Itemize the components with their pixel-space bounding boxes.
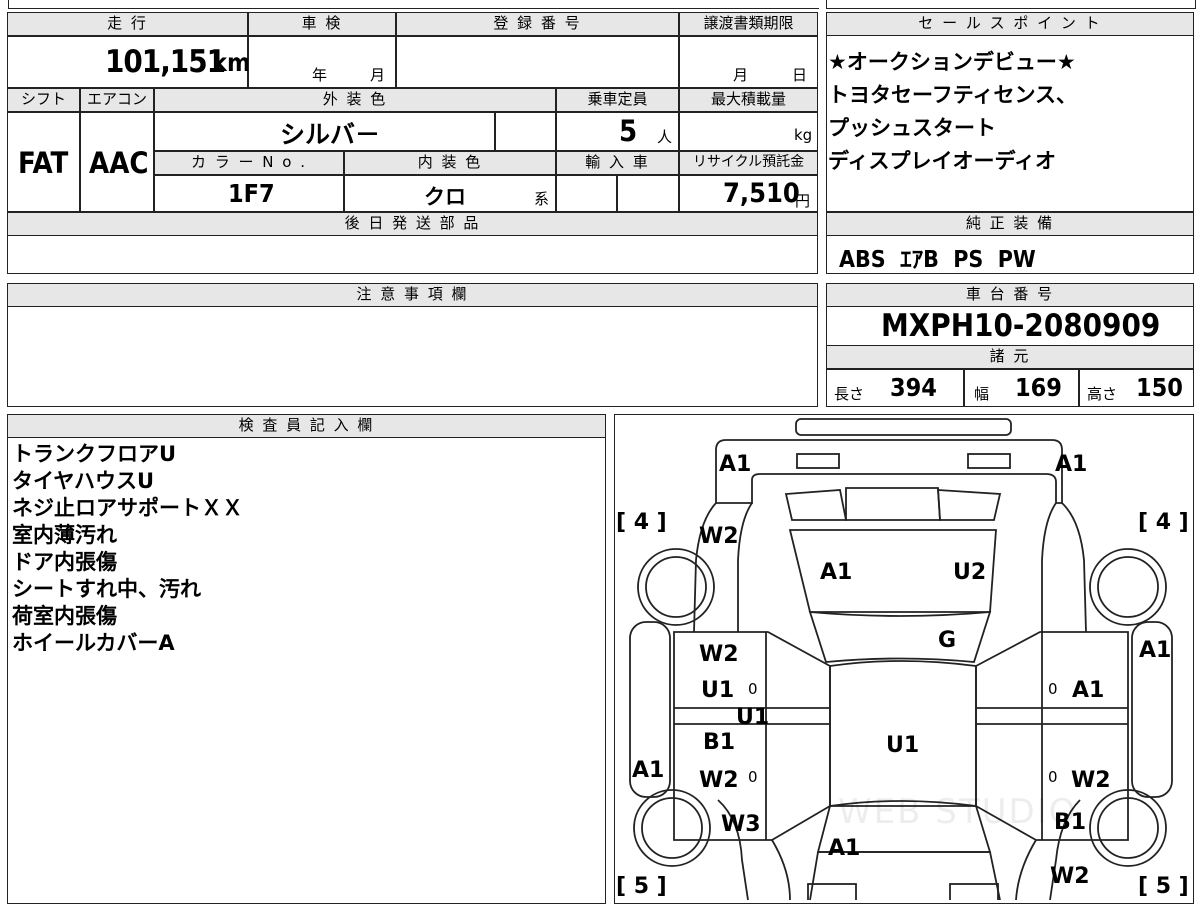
damage-mark: A1 [828, 836, 861, 861]
damage-mark: U1 [736, 705, 770, 730]
damage-mark: G [938, 628, 957, 653]
watermark: WEB STUDIO [838, 792, 1078, 832]
damage-mark: U2 [953, 560, 987, 585]
tire-left-front-count: [ 5 ] [616, 874, 667, 899]
damage-mark: U1 [701, 678, 735, 703]
tire-right-rear-count: [ 4 ] [1138, 510, 1189, 535]
damage-mark: B1 [703, 730, 736, 755]
damage-mark: A1 [632, 758, 665, 783]
damage-mark-zero: 0 [1048, 768, 1058, 786]
damage-mark: U1 [886, 733, 920, 758]
damage-mark: W2 [699, 524, 739, 549]
damage-mark: W2 [699, 768, 739, 793]
car-outline-diagram [629, 418, 1173, 900]
damage-mark: W2 [1071, 768, 1111, 793]
damage-mark: A1 [1139, 638, 1172, 663]
damage-mark-zero: 0 [748, 680, 758, 698]
damage-mark: A1 [1055, 452, 1088, 477]
damage-mark: A1 [719, 452, 752, 477]
damage-mark-zero: 0 [748, 768, 758, 786]
damage-mark: A1 [1072, 678, 1105, 703]
damage-mark: W2 [699, 642, 739, 667]
tire-left-rear-count: [ 4 ] [616, 510, 667, 535]
damage-mark-zero: 0 [1048, 680, 1058, 698]
damage-mark: W2 [1050, 864, 1090, 889]
damage-mark: A1 [820, 560, 853, 585]
damage-mark: W3 [721, 812, 761, 837]
tire-right-front-count: [ 5 ] [1138, 874, 1189, 899]
